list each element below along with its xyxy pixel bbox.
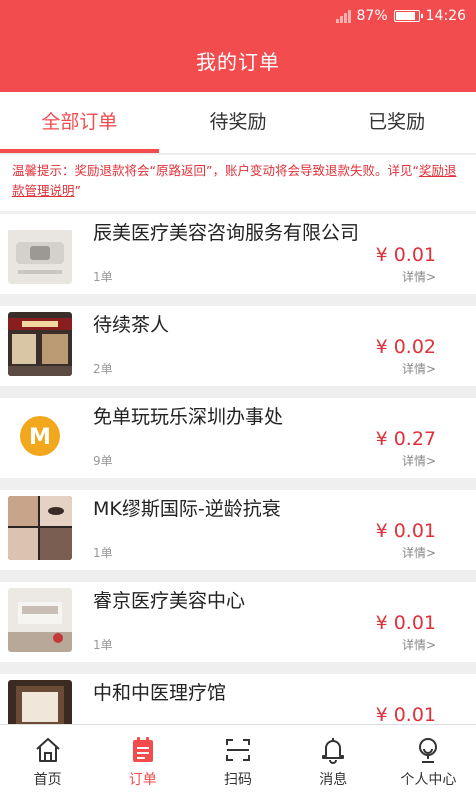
order-row[interactable]: M 免单玩玩乐深圳办事处 9单 ¥ 0.27 详情> — [0, 398, 476, 478]
app: 87% 14:26 我的订单 全部订单 待奖励 已奖励 温馨提示：奖励退款将会“… — [0, 0, 476, 800]
nav-orders[interactable]: 订单 — [95, 725, 190, 800]
nav-scan-label: 扫码 — [224, 772, 252, 788]
page-title: 我的订单 — [196, 50, 280, 74]
nav-orders-label: 订单 — [128, 772, 157, 788]
bottom-nav: 首页 订单 扫码 消息 个人中心 — [0, 724, 476, 800]
order-price: ¥ 0.02 — [375, 336, 436, 358]
order-list: 辰美医疗美容咨询服务有限公司 1单 ¥ 0.01 详情> 待续茶人 2单 ¥ 0… — [0, 214, 476, 724]
merchant-thumbnail — [8, 680, 72, 724]
notice-suffix: ” — [74, 183, 81, 198]
order-count: 9单 — [93, 454, 113, 468]
profile-icon — [419, 738, 438, 763]
merchant-name: 辰美医疗美容咨询服务有限公司 — [93, 222, 360, 244]
detail-link[interactable]: 详情> — [402, 544, 436, 561]
notice-banner: 温馨提示：奖励退款将会“原路返回”，账户变动将会导致退款失败。详见“奖励退款管理… — [0, 155, 476, 211]
header: 87% 14:26 我的订单 — [0, 0, 476, 92]
order-count: 1单 — [93, 638, 113, 652]
merchant-thumbnail — [8, 588, 72, 652]
merchant-name: 免单玩玩乐深圳办事处 — [93, 406, 284, 428]
bell-icon — [322, 738, 345, 764]
order-count: 1单 — [93, 546, 113, 560]
tab-rewarded[interactable]: 已奖励 — [317, 92, 476, 153]
tab-pending-reward[interactable]: 待奖励 — [159, 92, 318, 153]
order-price: ¥ 0.27 — [375, 428, 436, 450]
order-row[interactable]: 睿京医疗美容中心 1单 ¥ 0.01 详情> — [0, 582, 476, 662]
m-logo-icon: M — [8, 404, 72, 468]
nav-home[interactable]: 首页 — [0, 725, 95, 800]
notice-text: 温馨提示：奖励退款将会“原路返回”，账户变动将会导致退款失败。详见“ — [12, 163, 419, 178]
order-price: ¥ 0.01 — [375, 612, 436, 634]
nav-profile-label: 个人中心 — [400, 772, 457, 788]
home-icon — [35, 738, 60, 762]
order-count: 1单 — [93, 270, 113, 284]
detail-link[interactable]: 详情> — [402, 268, 436, 285]
detail-link[interactable]: 详情> — [402, 452, 436, 469]
detail-link[interactable]: 详情> — [402, 636, 436, 653]
order-price: ¥ 0.01 — [375, 520, 436, 542]
nav-scan[interactable]: 扫码 — [190, 725, 285, 800]
battery-percent: 87% — [356, 8, 388, 24]
merchant-name: 睿京医疗美容中心 — [93, 590, 246, 612]
order-row[interactable]: 辰美医疗美容咨询服务有限公司 1单 ¥ 0.01 详情> — [0, 214, 476, 294]
tab-all-orders[interactable]: 全部订单 — [0, 92, 159, 153]
order-price: ¥ 0.01 — [375, 704, 436, 724]
logo-letter: M — [29, 425, 51, 450]
order-row[interactable]: 待续茶人 2单 ¥ 0.02 详情> — [0, 306, 476, 386]
nav-messages-label: 消息 — [319, 772, 348, 788]
clock: 14:26 — [425, 8, 466, 24]
merchant-name: 中和中医理疗馆 — [93, 682, 227, 704]
order-price: ¥ 0.01 — [375, 244, 436, 266]
order-row[interactable]: MK缪斯国际-逆龄抗衰 1单 ¥ 0.01 详情> — [0, 490, 476, 570]
signal-icon — [335, 9, 351, 23]
battery-level — [395, 12, 415, 20]
scan-icon — [226, 739, 250, 761]
orders-icon — [132, 737, 153, 762]
merchant-thumbnail — [8, 220, 72, 284]
order-row[interactable]: 中和中医理疗馆 ¥ 0.01 — [0, 674, 476, 724]
merchant-thumbnail — [8, 496, 72, 560]
order-tabs: 全部订单 待奖励 已奖励 — [0, 92, 476, 154]
merchant-thumbnail — [8, 312, 72, 376]
merchant-name: MK缪斯国际-逆龄抗衰 — [93, 498, 281, 520]
order-count: 2单 — [93, 362, 113, 376]
detail-link[interactable]: 详情> — [402, 360, 436, 377]
nav-profile[interactable]: 个人中心 — [381, 725, 476, 800]
battery-icon — [393, 10, 423, 22]
nav-messages[interactable]: 消息 — [286, 725, 381, 800]
nav-home-label: 首页 — [33, 772, 62, 788]
merchant-name: 待续茶人 — [93, 314, 170, 336]
status-bar: 87% 14:26 — [335, 6, 466, 26]
